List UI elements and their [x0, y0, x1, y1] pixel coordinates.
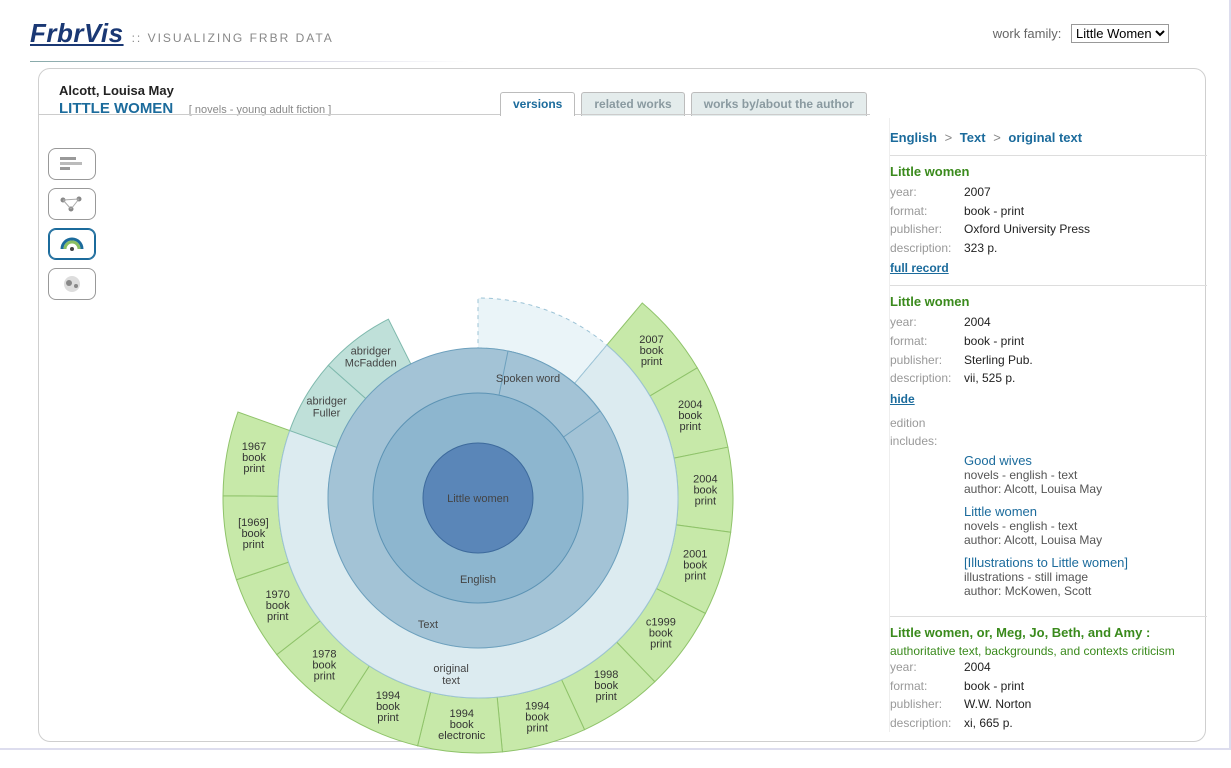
hide-link[interactable]: hide [890, 392, 915, 406]
tab-related-works[interactable]: related works [581, 92, 684, 116]
svg-text:2004bookprint: 2004bookprint [693, 473, 718, 507]
workfamily-dropdown[interactable]: Little Women [1071, 24, 1169, 43]
svg-text:1994bookprint: 1994bookprint [376, 690, 401, 724]
record-item: Little women, or, Meg, Jo, Beth, and Amy… [890, 616, 1207, 732]
view-bubble-icon[interactable] [48, 268, 96, 300]
detail-panel[interactable]: English > Text > original text Little wo… [889, 118, 1207, 732]
hub-label[interactable]: Little women [447, 493, 509, 505]
ring1-english[interactable]: English [460, 574, 496, 586]
include-title[interactable]: Good wives [964, 453, 1207, 468]
tabs: versions related works works by/about th… [500, 92, 867, 116]
record-title[interactable]: Little women, or, Meg, Jo, Beth, and Amy… [890, 625, 1207, 640]
svg-text:1994bookprint: 1994bookprint [525, 701, 550, 735]
svg-text:1967bookprint: 1967bookprint [242, 441, 267, 475]
workfamily-selector: work family: Little Women [993, 24, 1169, 43]
workfamily-label: work family: [993, 26, 1062, 41]
crumb-3[interactable]: original text [1008, 130, 1082, 145]
record-item: Little women year:2007 format:book - pri… [890, 155, 1207, 285]
svg-text:1998bookprint: 1998bookprint [594, 669, 619, 703]
breadcrumb: English > Text > original text [890, 126, 1207, 155]
record-title[interactable]: Little women [890, 164, 1207, 179]
crumb-2[interactable]: Text [960, 130, 986, 145]
svg-text:c1999bookprint: c1999bookprint [646, 616, 676, 650]
record-title[interactable]: Little women [890, 294, 1207, 309]
include-title[interactable]: Little women [964, 504, 1207, 519]
ring2-spokenword[interactable]: Spoken word [496, 373, 560, 385]
svg-text:2007bookprint: 2007bookprint [639, 334, 664, 368]
svg-text:abridgerMcFadden: abridgerMcFadden [345, 345, 397, 369]
include-title[interactable]: [Illustrations to Little women] [964, 555, 1207, 570]
crumb-1[interactable]: English [890, 130, 937, 145]
ring2-text[interactable]: Text [418, 619, 438, 631]
sunburst-chart[interactable]: 2007bookprint 2004bookprint 2004bookprint 2… [208, 228, 748, 768]
header-divider [30, 61, 470, 62]
view-radial-icon[interactable] [48, 228, 96, 260]
app-tagline: :: visualizing frbr data [132, 31, 334, 45]
view-bars-icon[interactable] [48, 148, 96, 180]
record-item: Little women year:2004 format:book - pri… [890, 285, 1207, 616]
app-logo[interactable]: FrbrVis [30, 18, 124, 49]
tab-underline [38, 114, 870, 115]
tab-author-works[interactable]: works by/about the author [691, 92, 867, 116]
view-network-icon[interactable] [48, 188, 96, 220]
svg-text:2001bookprint: 2001bookprint [683, 549, 708, 583]
svg-text:1978bookprint: 1978bookprint [312, 649, 337, 683]
full-record-link[interactable]: full record [890, 261, 949, 275]
tab-versions[interactable]: versions [500, 92, 575, 116]
svg-text:2004bookprint: 2004bookprint [678, 399, 703, 433]
svg-text:1970bookprint: 1970bookprint [265, 589, 290, 623]
